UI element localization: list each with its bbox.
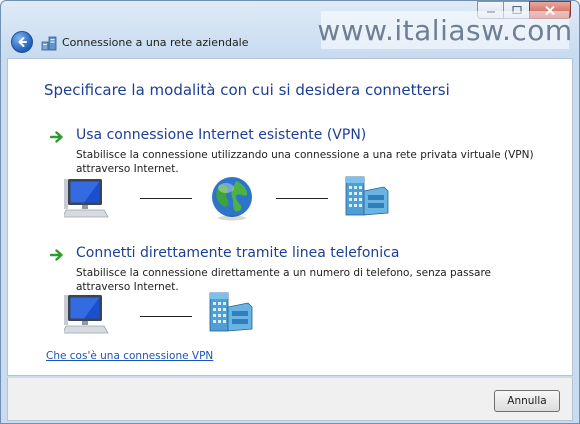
network-connection-icon	[41, 36, 57, 51]
dialog-window: www.italiasw.com Connessione a una rete …	[0, 0, 580, 424]
option-vpn-title: Usa connessione Internet esistente (VPN)	[76, 127, 367, 143]
vpn-help-link[interactable]: Che cos'è una connessione VPN	[46, 350, 213, 362]
server-icon	[345, 176, 389, 216]
cancel-button[interactable]: Annulla	[494, 390, 560, 412]
option-dial-up-title: Connetti direttamente tramite linea tele…	[76, 245, 400, 261]
page-heading: Specificare la modalità con cui si desid…	[44, 81, 450, 99]
dialog-footer: Annulla	[7, 377, 573, 421]
green-arrow-icon	[50, 249, 63, 261]
main-content: Specificare la modalità con cui si desid…	[7, 58, 573, 376]
connection-line	[140, 316, 192, 317]
watermark: www.italiasw.com	[317, 11, 572, 49]
option-vpn-description: Stabilisce la connessione utilizzando un…	[76, 149, 534, 175]
green-arrow-icon	[50, 131, 63, 143]
computer-icon	[64, 295, 109, 334]
dial-up-diagram	[64, 291, 264, 339]
window-title: Connessione a una rete aziendale	[62, 36, 249, 49]
option-dial-up-description: Stabilisce la connessione direttamente a…	[76, 267, 492, 293]
vpn-diagram	[64, 175, 389, 223]
server-icon	[209, 292, 253, 332]
title-bar: www.italiasw.com Connessione a una rete …	[1, 1, 579, 57]
internet-globe-icon	[212, 177, 252, 221]
back-arrow-icon	[18, 37, 27, 47]
back-button[interactable]	[11, 31, 33, 53]
connection-line	[276, 198, 328, 199]
connection-line	[140, 198, 192, 199]
computer-icon	[64, 179, 109, 218]
